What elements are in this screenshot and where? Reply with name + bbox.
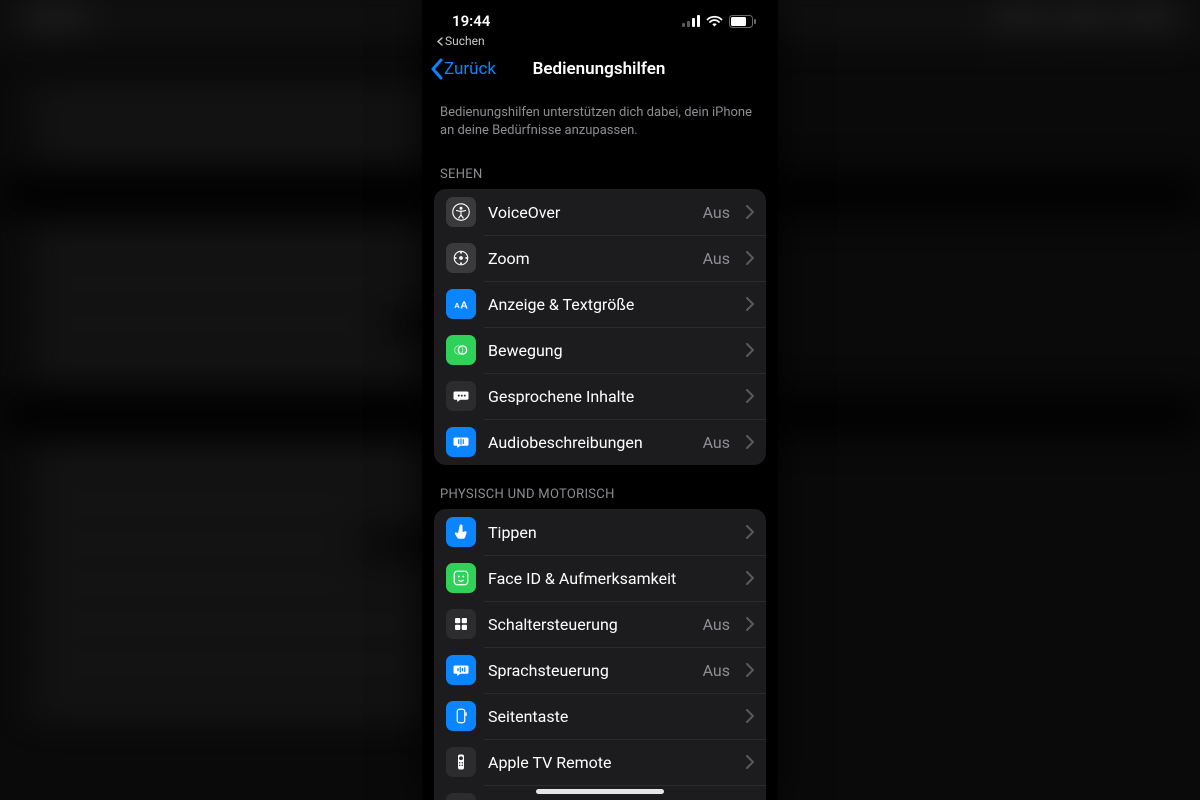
battery-icon: [729, 15, 756, 28]
row-value: Aus: [703, 433, 730, 452]
row-side-button[interactable]: Seitentaste: [434, 693, 766, 739]
row-label: Anzeige & Textgröße: [488, 295, 730, 314]
row-label: Bewegung: [488, 341, 730, 360]
audio-desc-icon: [446, 427, 476, 457]
motion-icon: [446, 335, 476, 365]
chevron-right-icon: [746, 571, 754, 585]
intro-text: Bedienungshilfen unterstützen dich dabei…: [422, 90, 778, 145]
page-title: Bedienungshilfen: [533, 59, 666, 79]
switch-control-icon: [446, 609, 476, 639]
row-label: Seitentaste: [488, 707, 730, 726]
row-display-text[interactable]: AA Anzeige & Textgröße: [434, 281, 766, 327]
chevron-right-icon: [746, 663, 754, 677]
section-header-sehen: SEHEN: [422, 145, 778, 189]
row-faceid[interactable]: Face ID & Aufmerksamkeit: [434, 555, 766, 601]
zoom-icon: [446, 243, 476, 273]
cellular-icon: [682, 15, 700, 27]
row-label: Gesprochene Inhalte: [488, 387, 730, 406]
breadcrumb-caret-icon: [436, 37, 443, 46]
row-label: Audiobeschreibungen: [488, 433, 691, 452]
section-header-physisch: PHYSISCH UND MOTORISCH: [422, 465, 778, 509]
side-button-icon: [446, 701, 476, 731]
row-touch[interactable]: Tippen: [434, 509, 766, 555]
chevron-right-icon: [746, 205, 754, 219]
chevron-right-icon: [746, 755, 754, 769]
text-size-icon: AA: [446, 289, 476, 319]
row-audio-descriptions[interactable]: Audiobeschreibungen Aus: [434, 419, 766, 465]
row-switch-control[interactable]: Schaltersteuerung Aus: [434, 601, 766, 647]
row-value: Aus: [703, 661, 730, 680]
group-sehen: VoiceOver Aus Zoom Aus AA Anzeige & Text…: [434, 189, 766, 465]
voice-control-icon: [446, 655, 476, 685]
status-indicators: [682, 15, 756, 28]
row-label: Tippen: [488, 523, 730, 542]
breadcrumb-back-to-app[interactable]: Suchen: [422, 34, 778, 50]
svg-text:A: A: [454, 301, 460, 310]
row-label: Zoom: [488, 249, 691, 268]
chevron-right-icon: [746, 343, 754, 357]
settings-scroll[interactable]: Bedienungshilfen unterstützen dich dabei…: [422, 90, 778, 800]
chevron-right-icon: [746, 297, 754, 311]
row-label: Face ID & Aufmerksamkeit: [488, 569, 730, 588]
keyboard-icon: [446, 793, 476, 800]
chevron-right-icon: [746, 251, 754, 265]
row-value: Aus: [703, 249, 730, 268]
row-value: Aus: [703, 203, 730, 222]
row-label: VoiceOver: [488, 203, 691, 222]
back-button[interactable]: Zurück: [430, 58, 533, 80]
phone-frame: 19:44 Suchen: [422, 0, 778, 800]
home-indicator[interactable]: [536, 789, 664, 794]
group-physisch: Tippen Face ID & Aufmerksamkeit Schalter…: [434, 509, 766, 800]
row-label: Apple TV Remote: [488, 753, 730, 772]
row-label: Sprachsteuerung: [488, 661, 691, 680]
back-label: Zurück: [444, 59, 496, 79]
tv-remote-icon: [446, 747, 476, 777]
touch-icon: [446, 517, 476, 547]
row-motion[interactable]: Bewegung: [434, 327, 766, 373]
speech-bubble-icon: [446, 381, 476, 411]
status-time: 19:44: [452, 12, 490, 30]
chevron-left-icon: [430, 58, 443, 80]
row-voice-control[interactable]: Sprachsteuerung Aus: [434, 647, 766, 693]
row-apple-tv-remote[interactable]: Apple TV Remote: [434, 739, 766, 785]
chevron-right-icon: [746, 525, 754, 539]
status-bar: 19:44: [422, 0, 778, 34]
row-spoken-content[interactable]: Gesprochene Inhalte: [434, 373, 766, 419]
svg-text:A: A: [460, 300, 468, 312]
wifi-icon: [706, 15, 723, 27]
row-voiceover[interactable]: VoiceOver Aus: [434, 189, 766, 235]
chevron-right-icon: [746, 709, 754, 723]
chevron-right-icon: [746, 389, 754, 403]
row-label: Schaltersteuerung: [488, 615, 691, 634]
nav-bar: Zurück Bedienungshilfen: [422, 50, 778, 90]
row-zoom[interactable]: Zoom Aus: [434, 235, 766, 281]
chevron-right-icon: [746, 617, 754, 631]
breadcrumb-label: Suchen: [445, 34, 485, 48]
row-value: Aus: [703, 615, 730, 634]
chevron-right-icon: [746, 435, 754, 449]
faceid-icon: [446, 563, 476, 593]
accessibility-icon: [446, 197, 476, 227]
